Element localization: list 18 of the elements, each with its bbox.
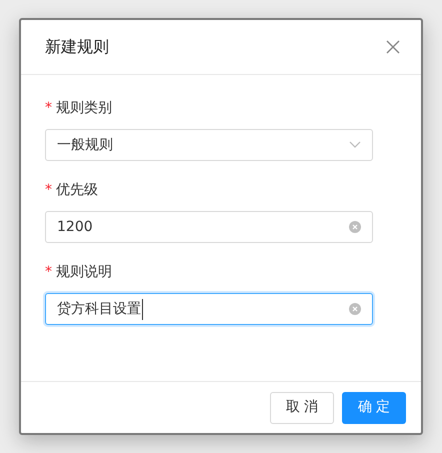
field-label: 优先级	[56, 180, 98, 200]
input-field[interactable]: 1200	[45, 211, 373, 243]
field-label: 规则说明	[56, 262, 112, 282]
field-value: 一般规则	[57, 136, 113, 154]
chevron-down-icon	[349, 141, 361, 149]
required-mark: *	[45, 98, 52, 118]
select-field[interactable]: 一般规则	[45, 129, 373, 161]
clear-icon[interactable]	[349, 221, 361, 233]
cancel-button[interactable]: 取 消	[270, 392, 334, 424]
close-icon[interactable]	[385, 39, 401, 55]
field-value: 贷方科目设置	[57, 298, 143, 320]
clear-icon[interactable]	[349, 303, 361, 315]
required-mark: *	[45, 180, 52, 200]
field-label: 规则类别	[56, 98, 112, 118]
field-value: 1200	[57, 218, 93, 236]
required-mark: *	[45, 262, 52, 282]
dialog-title: 新建规则	[45, 36, 109, 58]
input-field[interactable]: 贷方科目设置	[45, 293, 373, 325]
